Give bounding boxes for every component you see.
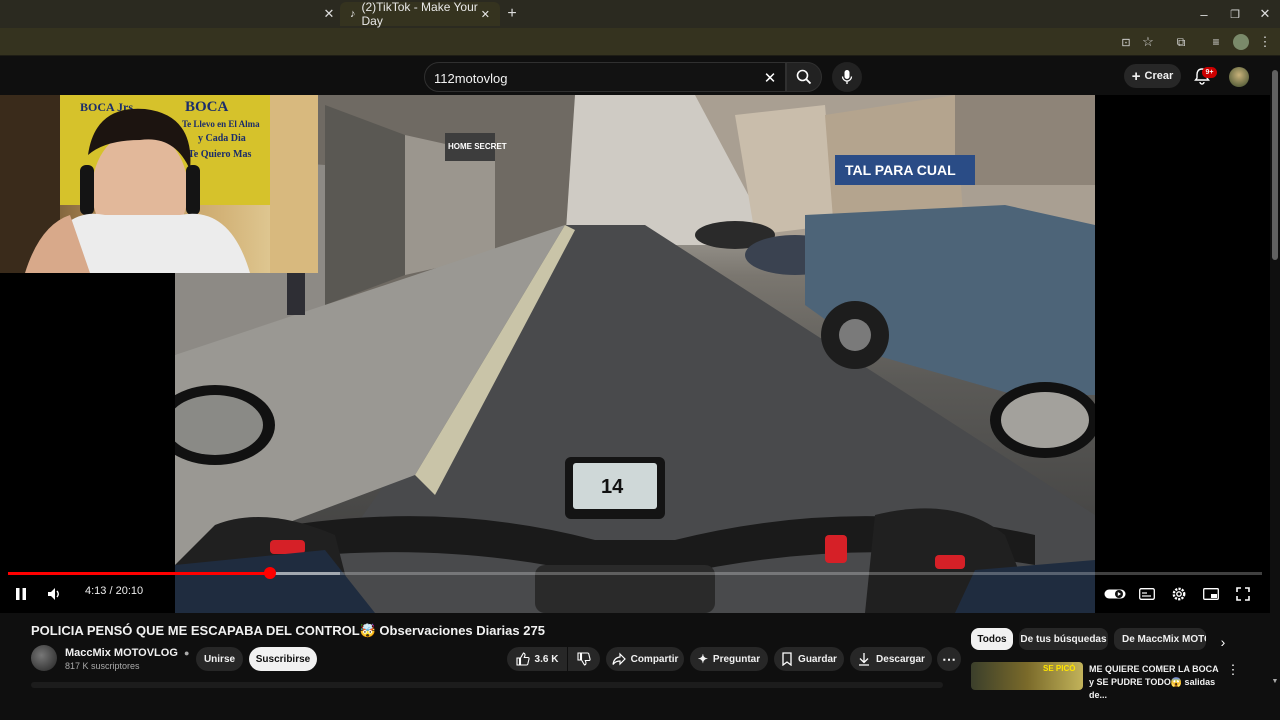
browser-tab[interactable]: ♪ (2)TikTok - Make Your Day ✕ bbox=[340, 0, 500, 28]
progress-scrubber[interactable] bbox=[264, 567, 277, 579]
search-input[interactable] bbox=[434, 68, 754, 88]
channel-avatar[interactable] bbox=[31, 645, 57, 671]
thumbs-down-icon bbox=[577, 652, 591, 666]
svg-text:y Cada Dia: y Cada Dia bbox=[198, 133, 246, 144]
captions-icon bbox=[1139, 588, 1155, 600]
thumbs-up-icon bbox=[515, 652, 530, 666]
thumbnail-caption: SE PICÓ bbox=[1043, 664, 1076, 673]
recommendation-title[interactable]: ME QUIERE COMER LA BOCA y SE PUDRE TODO😱… bbox=[1089, 663, 1224, 702]
profile-avatar[interactable] bbox=[1233, 34, 1249, 50]
share-button[interactable]: Compartir bbox=[606, 647, 684, 671]
close-window-icon[interactable]: ✕ bbox=[1256, 5, 1274, 23]
close-tab-icon[interactable]: ✕ bbox=[320, 5, 338, 23]
settings-button[interactable] bbox=[1170, 585, 1188, 603]
minimize-icon[interactable]: – bbox=[1195, 5, 1213, 23]
bookmark-icon bbox=[782, 652, 792, 666]
more-actions-button[interactable]: ⋯ bbox=[937, 647, 961, 671]
autoplay-toggle-icon bbox=[1104, 589, 1126, 599]
pause-icon bbox=[16, 588, 26, 600]
chevron-right-icon[interactable]: › bbox=[1214, 633, 1232, 651]
captions-button[interactable] bbox=[1138, 585, 1156, 603]
voice-search-button[interactable] bbox=[832, 62, 862, 92]
dislike-button[interactable] bbox=[568, 647, 600, 671]
svg-text:Te Llevo en El Alma: Te Llevo en El Alma bbox=[182, 119, 260, 129]
pause-button[interactable] bbox=[12, 585, 30, 603]
progress-played bbox=[8, 572, 271, 575]
clear-search-icon[interactable]: ✕ bbox=[760, 68, 780, 88]
volume-icon bbox=[48, 588, 59, 600]
fullscreen-icon bbox=[1236, 587, 1250, 601]
notification-badge: 9+ bbox=[1202, 67, 1217, 78]
save-button[interactable]: Guardar bbox=[774, 647, 844, 671]
microphone-icon bbox=[841, 70, 853, 84]
page-scrollbar-thumb[interactable] bbox=[1272, 70, 1278, 260]
recommendation-menu-icon[interactable]: ⋮ bbox=[1226, 662, 1240, 677]
svg-text:TAL PARA CUAL: TAL PARA CUAL bbox=[845, 162, 956, 178]
more-horizontal-icon: ⋯ bbox=[942, 650, 956, 667]
download-button[interactable]: Descargar bbox=[850, 647, 932, 671]
install-app-icon[interactable]: ⊡ bbox=[1118, 34, 1134, 50]
chip-all[interactable]: Todos bbox=[971, 628, 1013, 650]
recommendation-thumbnail[interactable]: SE PICÓ bbox=[971, 662, 1083, 690]
autoplay-toggle[interactable] bbox=[1103, 585, 1127, 603]
ask-button[interactable]: ✦ Preguntar bbox=[690, 647, 768, 671]
svg-text:BOCA: BOCA bbox=[185, 99, 229, 115]
channel-name-row[interactable]: MaccMix MOTOVLOG ● bbox=[65, 647, 189, 659]
close-tab-icon[interactable]: ✕ bbox=[481, 8, 490, 21]
join-button[interactable]: Unirse bbox=[196, 647, 243, 671]
restore-icon[interactable]: ❐ bbox=[1226, 5, 1244, 23]
subscribe-button[interactable]: Suscribirse bbox=[249, 647, 317, 671]
chip-from-channel[interactable]: De MaccMix MOTO bbox=[1114, 628, 1206, 650]
sparkle-icon: ✦ bbox=[697, 652, 708, 666]
media-control-icon[interactable]: ≡ bbox=[1208, 34, 1224, 50]
account-avatar[interactable] bbox=[1229, 67, 1249, 87]
webcam-overlay: BOCA Jrs. BOCA Te Llevo en El Alma y Cad… bbox=[0, 95, 318, 273]
new-tab-icon[interactable]: + bbox=[504, 5, 520, 23]
like-button[interactable]: 3.6 K bbox=[507, 647, 567, 671]
search-icon bbox=[796, 69, 812, 85]
browser-tab-bar bbox=[0, 0, 1280, 28]
description-box-edge bbox=[31, 682, 943, 688]
extensions-icon[interactable]: ⧉ bbox=[1173, 34, 1189, 50]
svg-text:Te Quiero Mas: Te Quiero Mas bbox=[188, 149, 251, 160]
tab-title: (2)TikTok - Make Your Day bbox=[361, 0, 478, 28]
search-box: ✕ bbox=[424, 62, 786, 92]
fullscreen-button[interactable] bbox=[1234, 585, 1252, 603]
video-title: POLICIA PENSÓ QUE ME ESCAPABA DEL CONTRO… bbox=[31, 623, 545, 638]
volume-button[interactable] bbox=[46, 585, 64, 603]
channel-name[interactable]: MaccMix MOTOVLOG bbox=[65, 647, 178, 659]
verified-icon: ● bbox=[183, 648, 190, 658]
subscriber-count: 817 K suscriptores bbox=[65, 661, 140, 671]
like-count: 3.6 K bbox=[534, 653, 559, 665]
gear-icon bbox=[1172, 587, 1186, 601]
browser-menu-icon[interactable]: ⋮ bbox=[1258, 34, 1272, 50]
miniplayer-icon bbox=[1203, 588, 1219, 600]
video-player[interactable]: TAL PARA CUAL HOME SECRET 14 BOCA Jrs. B… bbox=[0, 95, 1270, 613]
download-icon bbox=[859, 653, 870, 666]
scroll-down-arrow-icon[interactable]: ▼ bbox=[1270, 676, 1280, 686]
share-icon bbox=[611, 652, 626, 666]
browser-toolbar bbox=[0, 28, 1280, 56]
svg-text:HOME SECRET: HOME SECRET bbox=[448, 142, 507, 151]
tiktok-icon: ♪ bbox=[350, 8, 356, 20]
svg-text:14: 14 bbox=[601, 476, 624, 498]
chip-from-searches[interactable]: De tus búsquedas bbox=[1019, 628, 1108, 650]
time-display: 4:13 / 20:10 bbox=[85, 585, 144, 597]
bookmark-star-icon[interactable]: ☆ bbox=[1140, 34, 1156, 50]
plus-icon: + bbox=[1131, 67, 1141, 85]
search-button[interactable] bbox=[786, 62, 822, 92]
create-button[interactable]: + Crear bbox=[1124, 64, 1181, 88]
miniplayer-button[interactable] bbox=[1202, 585, 1220, 603]
